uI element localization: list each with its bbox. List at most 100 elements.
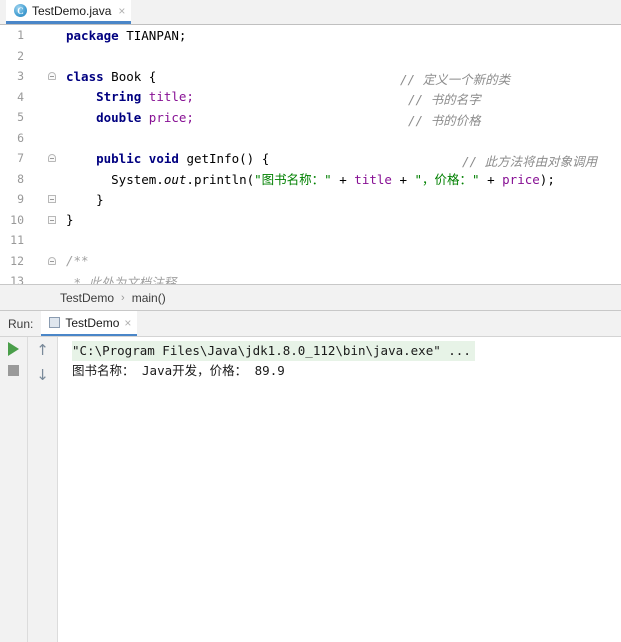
console-panel: ↑ ↓ "C:\Program Files\Java\jdk1.8.0_112\… bbox=[0, 336, 621, 642]
fold-marker-area[interactable] bbox=[44, 215, 60, 224]
token-punctuation: ); bbox=[539, 172, 555, 188]
token-keyword: package bbox=[66, 27, 119, 43]
java-class-icon: C bbox=[14, 4, 27, 17]
code-line: 1 package TIANPAN; bbox=[0, 25, 621, 46]
token-method: getInfo() { bbox=[186, 150, 270, 166]
arrow-down-icon[interactable]: ↓ bbox=[36, 368, 49, 383]
token-punctuation: } bbox=[66, 212, 74, 228]
token-field: title; bbox=[148, 89, 194, 105]
run-tab-testdemo[interactable]: TestDemo × bbox=[41, 311, 138, 336]
editor-tab-testdemo[interactable]: C TestDemo.java × bbox=[6, 0, 132, 24]
line-number: 10 bbox=[10, 212, 24, 227]
breadcrumb-class[interactable]: TestDemo bbox=[60, 291, 114, 305]
code-line: 3 class Book { // 定义一个新的类 bbox=[0, 66, 621, 87]
run-label: Run: bbox=[8, 317, 34, 331]
console-command-row: "C:\Program Files\Java\jdk1.8.0_112\bin\… bbox=[72, 341, 621, 361]
fold-marker-area[interactable] bbox=[44, 72, 60, 81]
token-punctuation: } bbox=[96, 191, 104, 207]
code-line: 4 String title; // 书的名字 bbox=[0, 87, 621, 107]
breadcrumb-method[interactable]: main() bbox=[132, 291, 166, 305]
console-command-line: "C:\Program Files\Java\jdk1.8.0_112\bin\… bbox=[72, 341, 475, 361]
code-text: package TIANPAN; bbox=[60, 28, 621, 43]
code-editor[interactable]: 1 package TIANPAN; 2 3 class Book { // 定义… bbox=[0, 25, 621, 284]
console-icon bbox=[49, 317, 61, 328]
console-output-line: 图书名称： Java开发，价格： 89.9 bbox=[72, 363, 285, 378]
line-number: 4 bbox=[17, 89, 24, 104]
code-line: 8 System.out.println("图书名称：" + title + "… bbox=[0, 169, 621, 190]
close-icon[interactable]: × bbox=[116, 5, 125, 17]
rerun-icon[interactable] bbox=[8, 342, 19, 356]
chevron-right-icon: › bbox=[121, 291, 125, 304]
code-text: class Book { // 定义一个新的类 bbox=[60, 68, 621, 87]
code-line: 9 } bbox=[0, 189, 621, 210]
inline-comment: // 定义一个新的类 bbox=[400, 71, 511, 87]
fold-end-icon[interactable] bbox=[48, 215, 56, 224]
token-keyword: class bbox=[66, 68, 104, 84]
console-output[interactable]: "C:\Program Files\Java\jdk1.8.0_112\bin\… bbox=[58, 337, 621, 642]
token-string: "图书名称：" bbox=[254, 172, 332, 188]
fold-collapse-icon[interactable] bbox=[48, 154, 56, 163]
code-line: 12 /** bbox=[0, 251, 621, 272]
line-number: 13 bbox=[10, 274, 24, 284]
line-number: 9 bbox=[17, 192, 24, 207]
inline-comment: // 书的名字 bbox=[408, 92, 481, 108]
line-number: 5 bbox=[17, 110, 24, 125]
fold-end-icon[interactable] bbox=[48, 195, 56, 204]
token-string: "，价格：" bbox=[414, 172, 480, 188]
inline-comment: // 此方法将由对象调用 bbox=[462, 153, 598, 169]
token-field: price bbox=[502, 172, 540, 188]
close-icon[interactable]: × bbox=[124, 316, 131, 330]
code-text: public void getInfo() { // 此方法将由对象调用 bbox=[60, 150, 621, 169]
token-operator: + bbox=[391, 172, 415, 188]
intellij-idea-window: C TestDemo.java × 1 package TIANPAN; 2 3… bbox=[0, 0, 621, 642]
token-field: title bbox=[354, 172, 392, 188]
line-number: 8 bbox=[17, 171, 24, 186]
token-keyword: double bbox=[96, 109, 142, 125]
console-toolbar-nav: ↑ ↓ bbox=[28, 337, 58, 642]
token-operator: + bbox=[479, 172, 503, 188]
fold-marker-area[interactable] bbox=[44, 154, 60, 163]
code-line: 5 double price; // 书的价格 bbox=[0, 107, 621, 128]
code-line: 7 public void getInfo() { // 此方法将由对象调用 bbox=[0, 148, 621, 169]
inline-comment: // 书的价格 bbox=[408, 112, 481, 128]
code-lines: 1 package TIANPAN; 2 3 class Book { // 定义… bbox=[0, 25, 621, 284]
code-text: System.out.println("图书名称：" + title + "，价… bbox=[60, 169, 621, 188]
token-javadoc: /** bbox=[66, 253, 89, 269]
line-number: 3 bbox=[17, 69, 24, 84]
token-keyword: void bbox=[148, 150, 179, 166]
breadcrumb: TestDemo › main() bbox=[0, 284, 621, 310]
token-operator: + bbox=[331, 172, 355, 188]
line-number: 11 bbox=[10, 233, 24, 248]
line-number: 7 bbox=[17, 151, 24, 166]
fold-marker-area[interactable] bbox=[44, 195, 60, 204]
code-text: String title; // 书的名字 bbox=[60, 89, 621, 107]
fold-collapse-icon[interactable] bbox=[48, 72, 56, 81]
console-toolbar-left bbox=[0, 337, 28, 642]
token-method: .println( bbox=[186, 172, 255, 188]
token-class: System. bbox=[111, 172, 164, 188]
run-tab-label: TestDemo bbox=[65, 315, 120, 330]
code-line: 10 } bbox=[0, 210, 621, 231]
code-line: 2 bbox=[0, 46, 621, 67]
run-tool-window-header: Run: TestDemo × bbox=[0, 310, 621, 336]
line-number: 1 bbox=[17, 28, 24, 43]
fold-collapse-icon[interactable] bbox=[48, 256, 56, 265]
token-field: price; bbox=[148, 109, 194, 125]
stop-icon[interactable] bbox=[8, 365, 19, 376]
token-type: Book { bbox=[111, 68, 157, 84]
code-line: 6 bbox=[0, 128, 621, 149]
arrow-up-icon[interactable]: ↑ bbox=[36, 343, 49, 358]
line-number: 6 bbox=[17, 130, 24, 145]
code-text: double price; // 书的价格 bbox=[60, 109, 621, 128]
code-text: } bbox=[60, 192, 621, 207]
editor-tab-label: TestDemo.java bbox=[32, 3, 112, 18]
token-identifier: TIANPAN; bbox=[126, 27, 187, 43]
line-number: 2 bbox=[17, 48, 24, 63]
editor-tab-bar: C TestDemo.java × bbox=[0, 0, 621, 25]
code-text: * 此处为文档注释 bbox=[60, 272, 621, 284]
line-number: 12 bbox=[10, 253, 24, 268]
token-static-field: out bbox=[163, 172, 187, 188]
fold-marker-area[interactable] bbox=[44, 256, 60, 265]
code-line: 11 bbox=[0, 230, 621, 251]
token-keyword: public bbox=[96, 150, 142, 166]
